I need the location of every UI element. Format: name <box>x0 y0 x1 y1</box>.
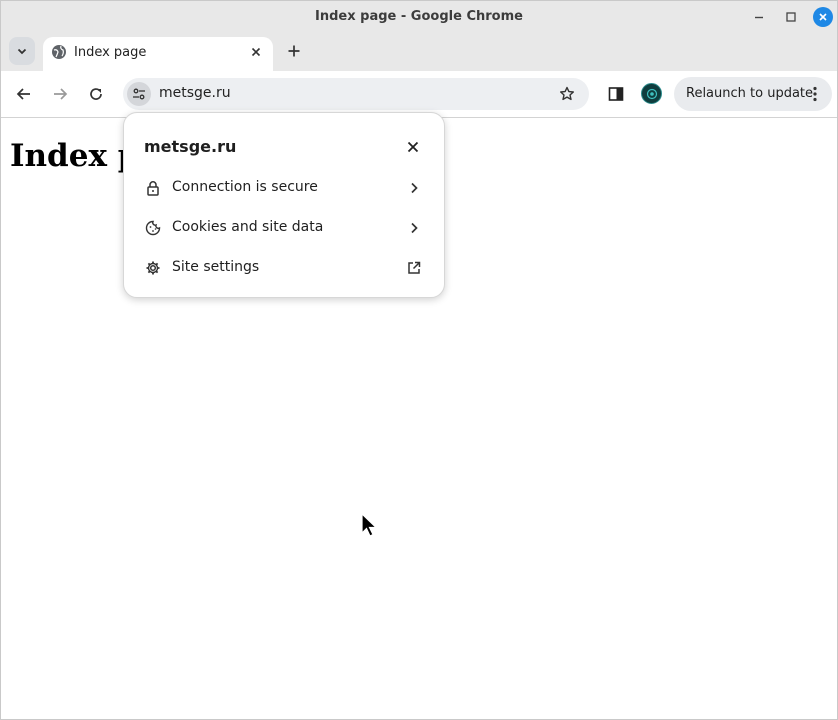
side-panel-button[interactable] <box>604 82 628 106</box>
close-icon <box>819 13 827 21</box>
maximize-button[interactable] <box>781 7 801 27</box>
tab-close-button[interactable] <box>247 43 265 61</box>
avatar-icon <box>646 88 657 99</box>
close-icon <box>251 47 261 57</box>
bookmark-button[interactable] <box>557 84 577 104</box>
minimize-button[interactable] <box>749 7 769 27</box>
maximize-icon <box>786 12 796 22</box>
cookies-site-data-row[interactable]: Cookies and site data <box>124 211 444 247</box>
new-tab-button[interactable] <box>284 41 304 61</box>
close-window-button[interactable] <box>813 7 833 27</box>
star-icon <box>560 86 574 101</box>
gear-icon <box>144 259 162 277</box>
mouse-cursor-icon <box>361 513 378 537</box>
chevron-right-icon <box>405 179 423 197</box>
cookie-icon <box>144 219 162 237</box>
row-label: Cookies and site data <box>172 219 324 235</box>
popup-title: metsge.ru <box>144 137 237 156</box>
toolbar: metsge.ru Relaunch to update <box>1 71 837 118</box>
url-text[interactable]: metsge.ru <box>159 85 231 101</box>
more-menu-icon[interactable] <box>806 84 824 104</box>
tab-index-page[interactable]: Index page <box>43 37 273 71</box>
chevron-right-icon <box>405 219 423 237</box>
site-settings-row[interactable]: Site settings <box>124 251 444 287</box>
relaunch-label: Relaunch to update <box>686 86 814 101</box>
row-label: Connection is secure <box>172 179 318 195</box>
back-arrow-icon <box>16 88 30 100</box>
profile-avatar[interactable] <box>641 83 662 104</box>
address-bar[interactable]: metsge.ru <box>123 78 589 110</box>
window-title: Index page - Google Chrome <box>315 9 523 24</box>
tab-search-button[interactable] <box>9 37 35 65</box>
plus-icon <box>288 45 300 57</box>
row-label: Site settings <box>172 259 260 275</box>
browser-window: Index page - Google Chrome Index page me… <box>0 0 838 720</box>
close-icon <box>407 141 419 153</box>
tab-title: Index page <box>74 45 147 60</box>
external-link-icon <box>405 259 423 277</box>
lock-icon <box>144 179 162 197</box>
back-button[interactable] <box>12 82 36 106</box>
connection-security-row[interactable]: Connection is secure <box>124 171 444 207</box>
reload-icon <box>90 88 102 100</box>
site-info-button[interactable] <box>127 82 151 106</box>
relaunch-to-update-button[interactable]: Relaunch to update <box>674 77 832 111</box>
tab-strip: Index page <box>1 33 837 71</box>
side-panel-icon <box>608 87 624 101</box>
chevron-down-icon <box>17 48 27 55</box>
title-bar: Index page - Google Chrome <box>1 1 837 33</box>
forward-button[interactable] <box>48 82 72 106</box>
globe-icon <box>51 44 67 60</box>
site-info-popup: metsge.ru Connection is secure Cookies a… <box>123 112 445 298</box>
popup-close-button[interactable] <box>404 138 422 156</box>
forward-arrow-icon <box>54 88 68 100</box>
reload-button[interactable] <box>84 82 108 106</box>
tune-icon <box>133 88 145 100</box>
minimize-icon <box>755 16 763 19</box>
